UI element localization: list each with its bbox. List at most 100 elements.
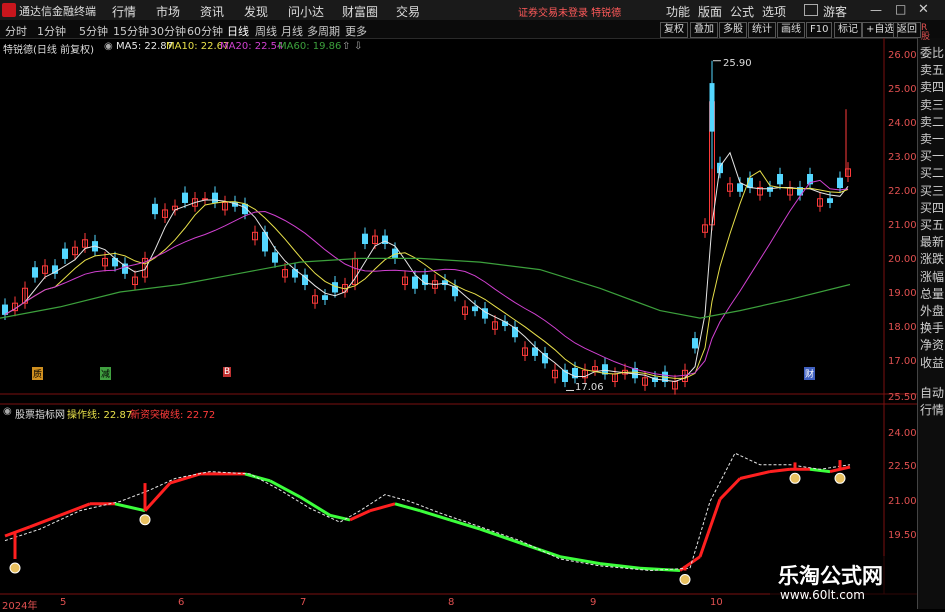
- settings-icon[interactable]: ◉: [3, 406, 12, 417]
- sidebar-item[interactable]: 涨幅: [920, 270, 944, 284]
- operation-line-segment: [29, 513, 61, 529]
- price-tick: 23.00: [888, 152, 917, 163]
- menu-item-market[interactable]: 市场: [156, 3, 180, 20]
- period-1min[interactable]: 1分钟: [37, 23, 66, 39]
- indicator-tick: 21.00: [888, 496, 917, 507]
- back-button[interactable]: 返回: [893, 22, 921, 38]
- menu-item-news[interactable]: 资讯: [200, 3, 224, 20]
- candle-body: [452, 285, 458, 297]
- mark-button[interactable]: 标记: [834, 22, 862, 38]
- event-marker[interactable]: 财: [804, 367, 816, 380]
- indicator-tick: 19.50: [888, 530, 917, 541]
- sidebar-item[interactable]: 卖四: [920, 80, 944, 94]
- sidebar-item[interactable]: 买四: [920, 201, 944, 215]
- period-timeshare[interactable]: 分时: [5, 23, 27, 39]
- money-bag-icon[interactable]: [679, 574, 691, 585]
- period-5min[interactable]: 5分钟: [79, 23, 108, 39]
- watermark-url: www.60lt.com: [780, 588, 865, 602]
- sidebar-item[interactable]: 委比: [920, 46, 944, 60]
- menu-item-quotes[interactable]: 行情: [112, 3, 136, 20]
- maximize-icon[interactable]: □: [895, 2, 906, 16]
- operation-line-segment: [599, 562, 641, 570]
- sidebar-item[interactable]: 行情: [920, 403, 944, 417]
- date-tick: 10: [710, 597, 723, 608]
- sidebar-gu: 股: [921, 32, 931, 42]
- price-tick: 25.00: [888, 84, 917, 95]
- price-tick: 24.00: [888, 118, 917, 129]
- money-bag-icon[interactable]: [139, 514, 151, 526]
- sidebar-item[interactable]: 最新: [920, 235, 944, 249]
- adjust-button[interactable]: 复权: [660, 22, 688, 38]
- sidebar-item[interactable]: 卖二: [920, 115, 944, 129]
- period-30min[interactable]: 30分钟: [150, 23, 186, 39]
- sidebar-item[interactable]: 买五: [920, 218, 944, 232]
- period-15min[interactable]: 15分钟: [113, 23, 149, 39]
- price-tick: 26.00: [888, 50, 917, 61]
- operation-line-segment: [739, 470, 771, 480]
- indicator-title[interactable]: 股票指标网: [15, 406, 65, 421]
- sidebar-item[interactable]: 买三: [920, 184, 944, 198]
- menu-item-ask[interactable]: 问小达: [288, 3, 324, 20]
- low-price-label: 17.06: [575, 382, 604, 393]
- overlay-button[interactable]: 叠加: [690, 22, 718, 38]
- period-monthly[interactable]: 月线: [281, 23, 303, 39]
- sidebar-item[interactable]: 净资: [920, 338, 944, 352]
- menu-item-layout[interactable]: 版面: [698, 3, 722, 20]
- multi-stock-button[interactable]: 多股: [719, 22, 747, 38]
- money-bag-icon[interactable]: [789, 472, 801, 484]
- date-tick: 7: [300, 597, 307, 608]
- sidebar-item[interactable]: 换手: [920, 321, 944, 335]
- candle-body: [472, 306, 478, 312]
- close-icon[interactable]: ✕: [918, 2, 929, 17]
- sidebar-item[interactable]: 总量: [920, 287, 944, 301]
- stats-button[interactable]: 统计: [748, 22, 776, 38]
- sidebar-item[interactable]: 收益: [920, 356, 944, 370]
- menu-item-options[interactable]: 选项: [762, 3, 786, 20]
- sidebar-item[interactable]: 卖五: [920, 63, 944, 77]
- login-notice[interactable]: 证券交易未登录 特锐德: [518, 4, 621, 19]
- sidebar-item[interactable]: 外盘: [920, 304, 944, 318]
- user-icon[interactable]: [804, 4, 818, 16]
- indicator-tick: 25.50: [888, 392, 917, 403]
- menu-item-formula[interactable]: 公式: [730, 3, 754, 20]
- event-marker[interactable]: 减: [100, 367, 112, 380]
- breakout-line-value: 新资突破线: 22.72: [130, 410, 216, 421]
- minimize-icon[interactable]: —: [870, 3, 882, 17]
- period-weekly[interactable]: 周线: [255, 23, 277, 39]
- period-daily[interactable]: 日线: [227, 23, 249, 39]
- sidebar-item[interactable]: 买二: [920, 166, 944, 180]
- money-bag-icon[interactable]: [834, 472, 846, 484]
- candle-body: [362, 233, 368, 245]
- sidebar-item[interactable]: 卖三: [920, 98, 944, 112]
- candle-body: [532, 347, 538, 356]
- period-more[interactable]: 更多: [345, 23, 367, 39]
- operation-line-segment: [698, 498, 722, 558]
- candle-body: [272, 252, 278, 263]
- sidebar-item[interactable]: 买一: [920, 149, 944, 163]
- event-marker[interactable]: B: [223, 367, 232, 377]
- f10-button[interactable]: F10: [806, 22, 833, 38]
- event-marker[interactable]: 质: [32, 367, 44, 380]
- sidebar-item[interactable]: 自动: [920, 386, 944, 400]
- operation-line-segment: [369, 502, 396, 513]
- operation-line-segment: [244, 472, 271, 483]
- money-bag-icon[interactable]: [9, 562, 21, 574]
- menu-item-function[interactable]: 功能: [666, 3, 690, 20]
- period-multi[interactable]: 多周期: [307, 23, 340, 39]
- menu-item-trade[interactable]: 交易: [396, 3, 420, 20]
- sidebar-item[interactable]: 卖一: [920, 132, 944, 146]
- menu-item-wealth[interactable]: 财富圈: [342, 3, 378, 20]
- operation-line-segment: [479, 527, 521, 545]
- price-tick: 19.00: [888, 288, 917, 299]
- guest-label[interactable]: 游客: [823, 3, 847, 20]
- kline-chart[interactable]: [0, 38, 917, 609]
- price-tick: 18.00: [888, 322, 917, 333]
- candle-body: [152, 203, 158, 215]
- app-title: 通达信金融终端: [19, 5, 96, 18]
- draw-button[interactable]: 画线: [777, 22, 805, 38]
- sidebar-item[interactable]: 涨跌: [920, 252, 944, 266]
- period-60min[interactable]: 60分钟: [187, 23, 223, 39]
- menu-item-discover[interactable]: 发现: [244, 3, 268, 20]
- watermark-title: 乐淘公式网: [778, 564, 883, 588]
- app-logo-icon: [2, 3, 16, 17]
